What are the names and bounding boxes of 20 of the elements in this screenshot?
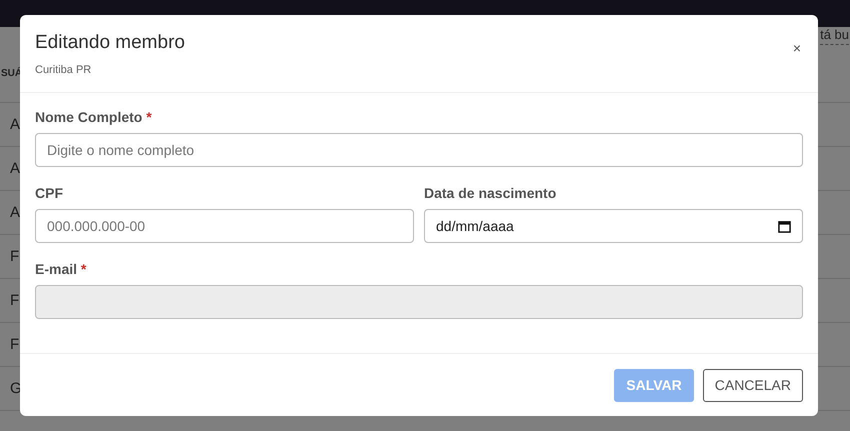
field-label: Nome Completo * — [35, 109, 153, 125]
close-button[interactable]: × — [790, 40, 803, 56]
input-field[interactable]: Digite o nome completo — [35, 133, 803, 167]
calendar-icon[interactable] — [778, 220, 791, 232]
field-label: Data de nascimento — [424, 185, 558, 201]
field-label: CPF — [35, 185, 64, 201]
modal-title: Editando membro — [35, 32, 185, 54]
modal-subtitle: Curitiba PR — [35, 64, 92, 76]
cancel-button[interactable]: CANCELAR — [702, 368, 803, 402]
table-cell: G — [10, 380, 22, 397]
table-cell: F — [10, 292, 20, 309]
input-field[interactable]: 000.000.000-00 — [35, 209, 414, 243]
table-cell: F — [10, 336, 20, 353]
field-label: E-mail * — [35, 261, 88, 277]
table-cell: F — [10, 248, 20, 265]
table-cell: A — [10, 160, 20, 177]
table-cell: A — [10, 116, 20, 133]
date-field[interactable]: dd/mm/aaaa — [424, 209, 803, 243]
table-cell: A — [10, 204, 20, 221]
search-hint: tá bu — [820, 27, 849, 45]
